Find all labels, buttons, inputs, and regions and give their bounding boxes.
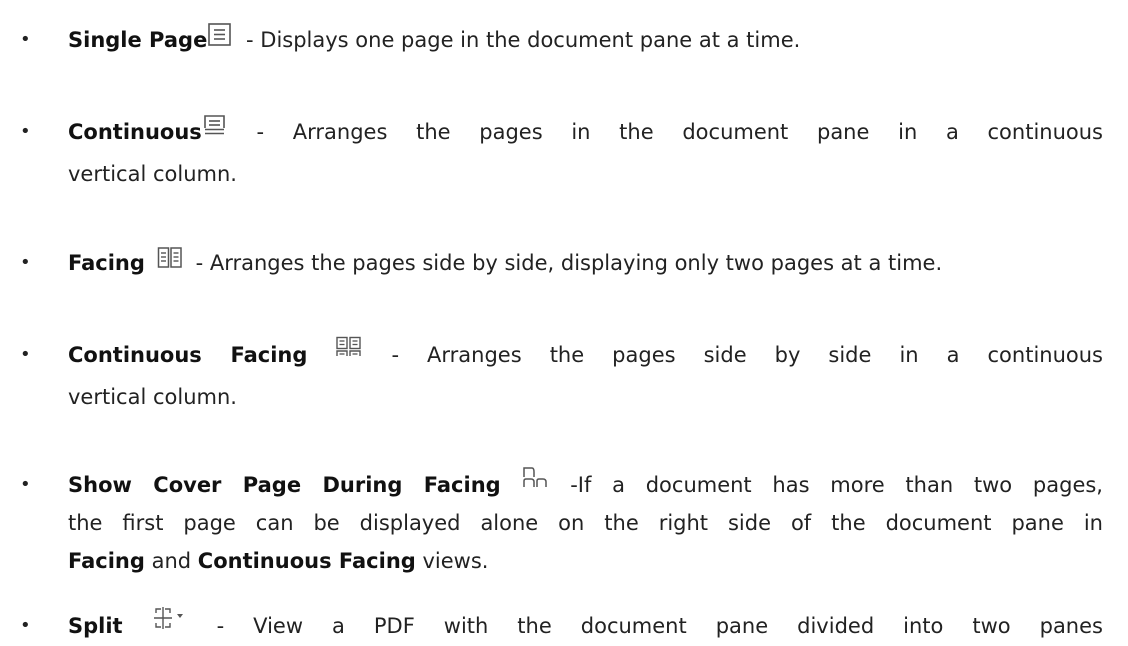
description: - Arranges the pages side by side, displ…: [188, 251, 943, 275]
list-item: • Continuous Facing - Arranges the pages…: [0, 335, 1128, 415]
bullet: •: [20, 474, 31, 495]
term-label: Continuous: [68, 120, 202, 144]
split-icon: [152, 607, 188, 631]
list-item: • Continuous - Arranges the pages in the…: [0, 112, 1128, 192]
list-item: • Single Page - Displays one page in the…: [0, 20, 1128, 60]
term-label: Continuous Facing: [68, 343, 308, 367]
description: -If a document has more than two pages,: [570, 473, 1103, 497]
conjunction: and: [144, 549, 198, 573]
description: - Displays one page in the document pane…: [239, 28, 801, 52]
term-label: Split: [68, 614, 123, 638]
facing-icon: [157, 246, 183, 270]
cover-page-icon: [521, 466, 549, 490]
single-page-icon: [207, 23, 233, 47]
bullet: •: [20, 29, 31, 50]
term-label: Single Page: [68, 28, 208, 52]
description: - Arranges the pages in the document pan…: [256, 120, 1103, 144]
description: - Arranges the pages side by side in a c…: [391, 343, 1103, 367]
bullet: •: [20, 252, 31, 273]
description: - View a PDF with the document pane divi…: [216, 614, 1103, 638]
continuous-facing-term: Continuous Facing: [197, 549, 416, 573]
list-item: • Split - View a PDF with the document p…: [0, 606, 1128, 646]
list-item: • Facing - Arranges the pages side by si…: [0, 243, 1128, 283]
description-end: views.: [415, 549, 489, 573]
term-label: Show Cover Page During Facing: [68, 473, 501, 497]
bullet: •: [20, 615, 31, 636]
term-label: Facing: [68, 251, 145, 275]
description-continued: vertical column.: [68, 385, 237, 409]
continuous-facing-icon: [335, 336, 363, 360]
bullet: •: [20, 344, 31, 365]
continuous-icon: [202, 115, 228, 139]
list-item: • Show Cover Page During Facing -If a do…: [0, 465, 1128, 585]
bullet: •: [20, 121, 31, 142]
description-continued: vertical column.: [68, 162, 237, 186]
description-continued: the first page can be displayed alone on…: [68, 511, 1103, 535]
facing-term: Facing: [68, 549, 145, 573]
